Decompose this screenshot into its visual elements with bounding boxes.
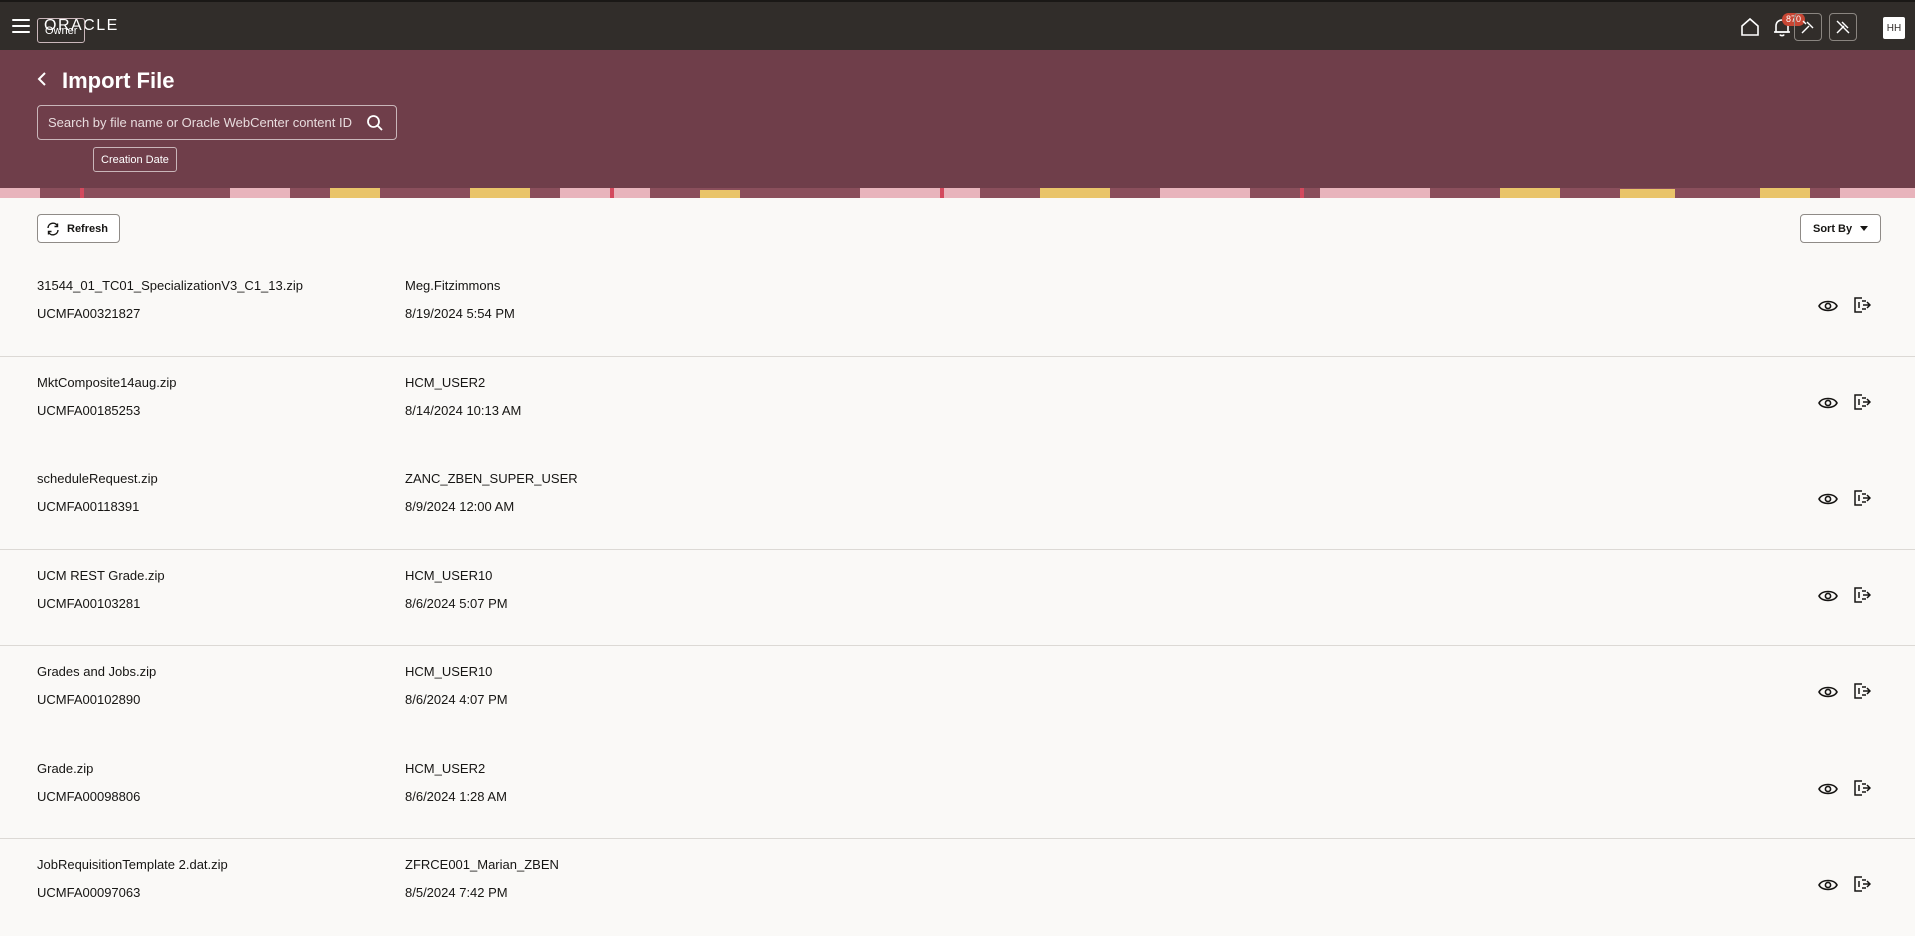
search-icon[interactable] xyxy=(366,114,384,132)
file-content-id: UCMFA00321827 xyxy=(37,306,141,321)
file-content-id: UCMFA00103281 xyxy=(37,595,141,611)
list-item[interactable]: UCM REST Grade.zip UCMFA00103281 HCM_USE… xyxy=(0,550,1915,646)
list-item[interactable]: MktComposite14aug.zip UCMFA00185253 HCM_… xyxy=(0,357,1915,454)
eye-icon[interactable] xyxy=(1818,395,1838,411)
tool-off-button[interactable] xyxy=(1829,13,1857,41)
header-pattern xyxy=(0,188,1915,198)
import-icon[interactable] xyxy=(1853,489,1871,507)
filter-owner[interactable]: Owner xyxy=(37,18,86,43)
eye-icon[interactable] xyxy=(1818,684,1838,700)
search-input[interactable] xyxy=(38,106,358,139)
file-creation-date: 8/6/2024 5:07 PM xyxy=(405,595,508,611)
refresh-icon xyxy=(47,222,59,235)
file-owner: ZANC_ZBEN_SUPER_USER xyxy=(405,471,578,486)
file-content-id: UCMFA00097063 xyxy=(37,885,141,900)
menu-icon[interactable] xyxy=(12,19,30,33)
file-creation-date: 8/5/2024 7:42 PM xyxy=(405,885,508,900)
file-content-id: UCMFA00098806 xyxy=(37,788,141,804)
file-owner: ZFRCE001_Marian_ZBEN xyxy=(405,857,559,872)
file-owner: HCM_USER2 xyxy=(405,374,486,390)
tool-icon xyxy=(1801,20,1814,34)
import-icon[interactable] xyxy=(1853,875,1871,893)
tool-button[interactable] xyxy=(1794,13,1822,41)
sort-by-button[interactable]: Sort By xyxy=(1800,214,1881,243)
filter-creation-date[interactable]: Creation Date xyxy=(93,147,177,172)
file-name: Grade.zip xyxy=(37,760,94,776)
home-icon[interactable] xyxy=(1739,16,1761,38)
refresh-label: Refresh xyxy=(67,222,108,235)
file-list: 31544_01_TC01_SpecializationV3_C1_13.zip… xyxy=(0,260,1915,936)
file-content-id: UCMFA00118391 xyxy=(37,499,140,514)
file-creation-date: 8/6/2024 4:07 PM xyxy=(405,692,508,707)
file-name: UCM REST Grade.zip xyxy=(37,567,165,583)
file-owner: Meg.Fitzimmons xyxy=(405,278,501,293)
file-owner: HCM_USER10 xyxy=(405,664,493,679)
avatar[interactable]: HH xyxy=(1883,17,1905,39)
back-arrow-icon[interactable] xyxy=(34,70,50,88)
list-item[interactable]: 31544_01_TC01_SpecializationV3_C1_13.zip… xyxy=(0,260,1915,357)
import-icon[interactable] xyxy=(1853,586,1871,604)
file-name: MktComposite14aug.zip xyxy=(37,374,177,390)
eye-icon[interactable] xyxy=(1818,877,1838,893)
top-bar: ORACLE 870 HH xyxy=(0,0,1915,50)
search-box xyxy=(37,105,397,140)
file-creation-date: 8/6/2024 1:28 AM xyxy=(405,788,507,804)
file-creation-date: 8/9/2024 12:00 AM xyxy=(405,499,515,514)
list-item[interactable]: JobRequisitionTemplate 2.dat.zip UCMFA00… xyxy=(0,839,1915,936)
file-creation-date: 8/19/2024 5:54 PM xyxy=(405,306,515,321)
list-item[interactable]: Grades and Jobs.zip UCMFA00102890 HCM_US… xyxy=(0,646,1915,743)
eye-icon[interactable] xyxy=(1818,781,1838,797)
refresh-button[interactable]: Refresh xyxy=(37,214,120,243)
file-creation-date: 8/14/2024 10:13 AM xyxy=(405,402,522,418)
tool-off-icon xyxy=(1836,20,1850,34)
import-icon[interactable] xyxy=(1853,779,1871,797)
eye-icon[interactable] xyxy=(1818,588,1838,604)
import-icon[interactable] xyxy=(1853,393,1871,411)
file-name: JobRequisitionTemplate 2.dat.zip xyxy=(37,857,228,872)
page-title: Import File xyxy=(62,68,175,93)
file-owner: HCM_USER10 xyxy=(405,567,493,583)
list-item[interactable]: scheduleRequest.zip UCMFA00118391 ZANC_Z… xyxy=(0,453,1915,550)
file-name: Grades and Jobs.zip xyxy=(37,664,157,679)
list-item[interactable]: Grade.zip UCMFA00098806 HCM_USER2 8/6/20… xyxy=(0,743,1915,839)
file-name: scheduleRequest.zip xyxy=(37,471,158,486)
file-content-id: UCMFA00102890 xyxy=(37,692,141,707)
import-icon[interactable] xyxy=(1853,682,1871,700)
eye-icon[interactable] xyxy=(1818,298,1838,314)
chevron-down-icon xyxy=(1860,226,1869,231)
import-icon[interactable] xyxy=(1853,296,1871,314)
file-name: 31544_01_TC01_SpecializationV3_C1_13.zip xyxy=(37,278,303,293)
file-content-id: UCMFA00185253 xyxy=(37,402,141,418)
eye-icon[interactable] xyxy=(1818,491,1838,507)
sort-by-label: Sort By xyxy=(1813,222,1853,235)
file-owner: HCM_USER2 xyxy=(405,760,486,776)
